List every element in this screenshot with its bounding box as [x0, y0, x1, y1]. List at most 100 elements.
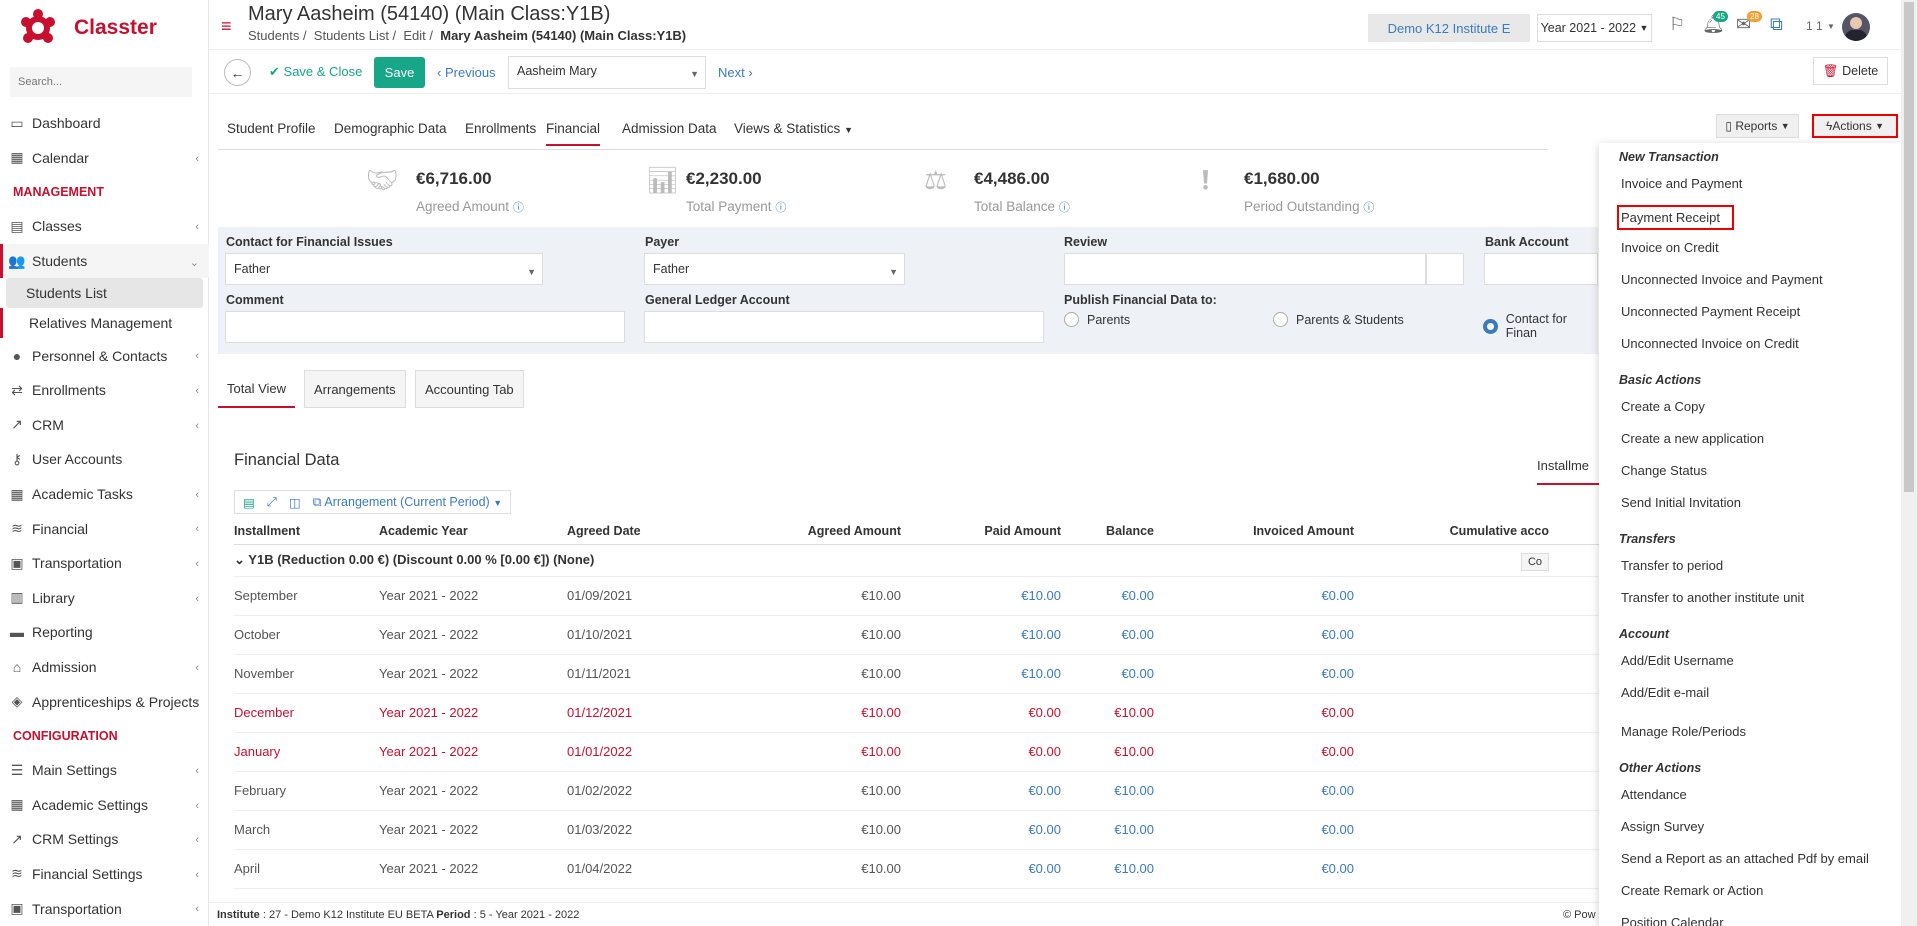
sidebar-item-crm[interactable]: ↗ CRM ‹	[0, 408, 209, 443]
columns-icon[interactable]: ◫	[289, 495, 301, 510]
tab-enrollments[interactable]: Enrollments	[465, 121, 536, 136]
tab-demographic-data[interactable]: Demographic Data	[334, 121, 447, 136]
menu-item-create-remark[interactable]: Create Remark or Action	[1621, 883, 1763, 898]
breadcrumb-students[interactable]: Students	[248, 28, 299, 43]
menu-item-transfer-unit[interactable]: Transfer to another institute unit	[1621, 590, 1804, 605]
next-button[interactable]: Next ›	[718, 65, 753, 80]
breadcrumb-students-list[interactable]: Students List	[314, 28, 389, 43]
radio-parents[interactable]: Parents	[1064, 312, 1130, 327]
menu-item-change-status[interactable]: Change Status	[1621, 463, 1707, 478]
page-scrollbar[interactable]	[1901, 0, 1917, 926]
menu-item-edit-username[interactable]: Add/Edit Username	[1621, 653, 1734, 668]
col-agreed-date[interactable]: Agreed Date	[567, 518, 727, 545]
menu-item-assign-survey[interactable]: Assign Survey	[1621, 819, 1704, 834]
menu-item-unconnected-payment-receipt[interactable]: Unconnected Payment Receipt	[1621, 304, 1800, 319]
bank-account-input[interactable]	[1484, 253, 1598, 285]
sidebar-item-academic-settings[interactable]: ▦ Academic Settings ‹	[0, 788, 209, 823]
contact-select[interactable]: Father ▼	[225, 253, 543, 285]
menu-item-send-report-pdf[interactable]: Send a Report as an attached Pdf by emai…	[1621, 851, 1869, 866]
table-row[interactable]: April Year 2021 - 2022 01/04/2022 €10.00 €0.…	[234, 849, 1614, 889]
layers-icon[interactable]: ⧉	[1770, 14, 1783, 35]
sidebar-item-personnel[interactable]: ● Personnel & Contacts ‹	[0, 338, 209, 373]
gl-account-input[interactable]	[644, 311, 1044, 343]
sidebar-search-input[interactable]	[10, 67, 192, 97]
sidebar-item-reporting[interactable]: ▬ Reporting	[0, 615, 209, 650]
tab-admission-data[interactable]: Admission Data	[622, 121, 717, 136]
year-selector[interactable]: Year 2021 - 2022 ▼	[1537, 14, 1652, 42]
subtab-total-view[interactable]: Total View	[218, 370, 296, 408]
col-balance[interactable]: Balance	[1061, 518, 1154, 545]
actions-button[interactable]: ϟ Actions ▼	[1812, 114, 1898, 138]
info-icon[interactable]: ⓘ	[775, 202, 786, 214]
comment-input[interactable]	[225, 311, 625, 343]
menu-item-invoice-and-payment[interactable]: Invoice and Payment	[1621, 176, 1742, 191]
menu-item-unconnected-invoice-payment[interactable]: Unconnected Invoice and Payment	[1621, 272, 1823, 287]
menu-item-invoice-on-credit[interactable]: Invoice on Credit	[1621, 240, 1719, 255]
review-input[interactable]	[1064, 253, 1426, 285]
user-count[interactable]: 1 1	[1806, 19, 1823, 33]
col-installment[interactable]: Installment	[234, 518, 379, 545]
menu-item-unconnected-invoice-credit[interactable]: Unconnected Invoice on Credit	[1621, 336, 1799, 351]
menu-item-edit-email[interactable]: Add/Edit e-mail	[1621, 685, 1709, 700]
sidebar-item-transportation-settings[interactable]: ▣ Transportation ‹	[0, 891, 209, 926]
sidebar-item-library[interactable]: ▥ Library ‹	[0, 581, 209, 616]
table-row[interactable]: November Year 2021 - 2022 01/11/2021 €10.00…	[234, 654, 1614, 694]
menu-item-position-calendar[interactable]: Position Calendar	[1621, 915, 1724, 926]
info-icon[interactable]: ⓘ	[1363, 202, 1374, 214]
back-button[interactable]: ←	[224, 59, 251, 86]
col-cumulative[interactable]: Cumulative acco	[1354, 518, 1549, 545]
menu-item-create-application[interactable]: Create a new application	[1621, 431, 1764, 446]
excel-export-icon[interactable]: ▤	[243, 495, 255, 510]
sidebar-item-students[interactable]: 👥 Students ⌄	[0, 243, 209, 279]
sidebar-subitem-students-list[interactable]: Students List	[6, 278, 203, 309]
payer-select[interactable]: Father ▼	[644, 253, 905, 285]
delete-button[interactable]: 🗑︎ Delete	[1813, 57, 1888, 85]
col-academic-year[interactable]: Academic Year	[379, 518, 567, 545]
sidebar-subitem-relatives[interactable]: Relatives Management	[0, 308, 209, 339]
hamburger-menu-icon[interactable]: ≡	[221, 16, 232, 37]
table-group-row[interactable]: ⌄ Y1B (Reduction 0.00 €) (Discount 0.00 …	[234, 544, 1614, 577]
sidebar-item-academic-tasks[interactable]: ▦ Academic Tasks ‹	[0, 477, 209, 512]
expand-icon[interactable]: ⤢	[267, 495, 277, 510]
scrollbar-thumb[interactable]	[1904, 2, 1914, 492]
sidebar-item-user-accounts[interactable]: ⚷ User Accounts	[0, 442, 209, 477]
avatar[interactable]	[1842, 13, 1870, 41]
group-button[interactable]: Co	[1354, 544, 1549, 577]
table-row[interactable]: October Year 2021 - 2022 01/10/2021 €10.00 €…	[234, 615, 1614, 655]
sidebar-item-main-settings[interactable]: ☰ Main Settings ‹	[0, 753, 209, 788]
previous-button[interactable]: ‹ Previous	[437, 65, 496, 80]
tab-views-statistics[interactable]: Views & Statistics ▼	[734, 121, 853, 136]
info-icon[interactable]: ⓘ	[513, 202, 524, 214]
sidebar-item-financial-settings[interactable]: ≋ Financial Settings ‹	[0, 857, 209, 892]
review-addon[interactable]	[1426, 253, 1464, 285]
save-button[interactable]: Save	[374, 57, 425, 88]
menu-item-create-copy[interactable]: Create a Copy	[1621, 399, 1705, 414]
table-row[interactable]: February Year 2021 - 2022 01/02/2022 €10.00…	[234, 771, 1614, 811]
table-row[interactable]: March Year 2021 - 2022 01/03/2022 €10.00 €0.…	[234, 810, 1614, 850]
menu-item-payment-receipt[interactable]: Payment Receipt	[1617, 205, 1734, 230]
save-close-button[interactable]: ✔ Save & Close	[269, 64, 362, 80]
app-logo[interactable]: Classter	[18, 8, 157, 48]
col-paid-amount[interactable]: Paid Amount	[901, 518, 1061, 545]
sidebar-item-transportation[interactable]: ▣ Transportation ‹	[0, 546, 209, 581]
sidebar-item-dashboard[interactable]: ▭ Dashboard	[0, 106, 209, 141]
sidebar-item-calendar[interactable]: ▦ Calendar ‹	[0, 141, 209, 176]
sidebar-item-admission[interactable]: ⌂ Admission ‹	[0, 650, 209, 685]
subtab-accounting[interactable]: Accounting Tab	[415, 370, 524, 408]
sidebar-item-classes[interactable]: ▤ Classes ‹	[0, 209, 209, 244]
sidebar-item-financial[interactable]: ≋ Financial ‹	[0, 511, 209, 546]
sidebar-item-apprenticeships[interactable]: ◈ Apprenticeships & Projects ‹	[0, 684, 209, 719]
radio-parents-students[interactable]: Parents & Students	[1273, 312, 1404, 327]
tab-student-profile[interactable]: Student Profile	[227, 121, 316, 136]
menu-item-transfer-period[interactable]: Transfer to period	[1621, 558, 1723, 573]
student-select[interactable]: Aasheim Mary ▼	[508, 56, 706, 89]
institute-selector[interactable]: Demo K12 Institute E	[1368, 14, 1530, 42]
reports-button[interactable]: ▯ Reports ▼	[1716, 114, 1799, 138]
info-icon[interactable]: ⓘ	[1059, 202, 1070, 214]
table-row[interactable]: December Year 2021 - 2022 01/12/2021 €10.00…	[234, 693, 1614, 733]
menu-item-manage-roles[interactable]: Manage Role/Periods	[1621, 724, 1746, 739]
menu-item-send-invitation[interactable]: Send Initial Invitation	[1621, 495, 1741, 510]
col-invoiced-amount[interactable]: Invoiced Amount	[1154, 518, 1354, 545]
tab-financial[interactable]: Financial	[546, 121, 601, 146]
arrangement-dropdown[interactable]: ⧉ Arrangement (Current Period) ▼	[313, 495, 503, 510]
